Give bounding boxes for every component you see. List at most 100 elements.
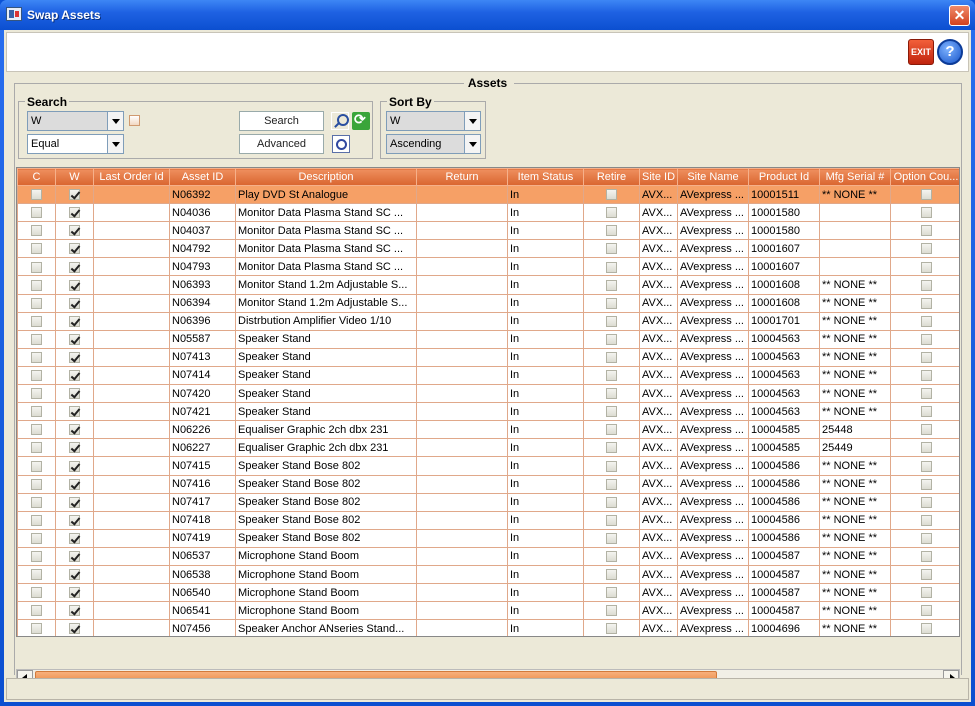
c-checkbox[interactable] [31, 370, 42, 382]
exit-button[interactable]: EXIT [908, 39, 934, 65]
search-operator-combo[interactable]: Equal [27, 134, 124, 154]
table-row[interactable]: N06226 Equaliser Graphic 2ch dbx 231 In AVX… [17, 420, 959, 440]
option-count-checkbox[interactable] [920, 478, 932, 490]
table-row[interactable]: N06540 Microphone Stand Boom In AVX... AVexp… [17, 583, 959, 603]
sort-order-combo[interactable]: Ascending [386, 134, 481, 154]
c-checkbox[interactable] [31, 315, 42, 327]
column-header-w[interactable]: W [55, 168, 94, 186]
w-checkbox[interactable] [69, 261, 80, 273]
w-checkbox[interactable] [69, 388, 80, 400]
w-checkbox[interactable] [69, 243, 80, 255]
option-count-checkbox[interactable] [920, 514, 932, 526]
c-checkbox[interactable] [31, 496, 42, 508]
table-row[interactable]: N06227 Equaliser Graphic 2ch dbx 231 In AVX… [17, 438, 959, 458]
c-checkbox[interactable] [31, 424, 42, 436]
table-row[interactable]: N07415 Speaker Stand Bose 802 In AVX... AVex… [17, 456, 959, 476]
help-button[interactable]: ? [937, 39, 963, 65]
retire-checkbox[interactable] [606, 460, 617, 472]
c-checkbox[interactable] [31, 388, 42, 400]
c-checkbox[interactable] [31, 605, 42, 617]
retire-checkbox[interactable] [606, 351, 617, 363]
option-count-checkbox[interactable] [920, 532, 932, 544]
retire-checkbox[interactable] [606, 189, 617, 201]
retire-checkbox[interactable] [606, 370, 617, 382]
w-checkbox[interactable] [69, 442, 80, 454]
table-row[interactable]: N06541 Microphone Stand Boom In AVX... AVexp… [17, 601, 959, 621]
retire-checkbox[interactable] [606, 514, 617, 526]
table-row[interactable]: N06537 Microphone Stand Boom In AVX... AVexp… [17, 546, 959, 566]
option-count-checkbox[interactable] [920, 406, 932, 418]
c-checkbox[interactable] [31, 406, 42, 418]
close-button[interactable]: ✕ [949, 5, 970, 26]
option-count-checkbox[interactable] [920, 424, 932, 436]
column-header-option-count[interactable]: Option Cou... [890, 168, 959, 186]
w-checkbox[interactable] [69, 424, 80, 436]
option-count-checkbox[interactable] [920, 442, 932, 454]
w-checkbox[interactable] [69, 333, 80, 345]
option-count-checkbox[interactable] [920, 279, 932, 291]
table-row[interactable]: N07417 Speaker Stand Bose 802 In AVX... AVex… [17, 492, 959, 512]
column-header-product-id[interactable]: Product Id [748, 168, 820, 186]
w-checkbox[interactable] [69, 225, 80, 237]
option-count-checkbox[interactable] [920, 207, 932, 219]
table-row[interactable]: N06396 Distrbution Amplifier Video 1/10 In… [17, 311, 959, 331]
c-checkbox[interactable] [31, 569, 42, 581]
option-count-checkbox[interactable] [920, 587, 932, 599]
table-row[interactable]: N06393 Monitor Stand 1.2m Adjustable S...… [17, 275, 959, 295]
retire-checkbox[interactable] [606, 333, 617, 345]
retire-checkbox[interactable] [606, 207, 617, 219]
retire-checkbox[interactable] [606, 424, 617, 436]
option-count-checkbox[interactable] [920, 261, 932, 273]
c-checkbox[interactable] [31, 514, 42, 526]
column-header-retire[interactable]: Retire [583, 168, 640, 186]
option-count-checkbox[interactable] [920, 551, 932, 563]
retire-checkbox[interactable] [606, 442, 617, 454]
retire-checkbox[interactable] [606, 297, 617, 309]
retire-checkbox[interactable] [606, 569, 617, 581]
chevron-down-icon[interactable] [107, 112, 123, 130]
table-row[interactable]: N06394 Monitor Stand 1.2m Adjustable S...… [17, 293, 959, 313]
w-checkbox[interactable] [69, 406, 80, 418]
table-row[interactable]: N04037 Monitor Data Plasma Stand SC ... In… [17, 221, 959, 241]
retire-checkbox[interactable] [606, 279, 617, 291]
w-checkbox[interactable] [69, 460, 80, 472]
table-row[interactable]: N07418 Speaker Stand Bose 802 In AVX... AVex… [17, 510, 959, 530]
column-header-last-order-id[interactable]: Last Order Id [93, 168, 170, 186]
option-count-checkbox[interactable] [920, 496, 932, 508]
option-count-checkbox[interactable] [920, 351, 932, 363]
option-count-checkbox[interactable] [920, 297, 932, 309]
retire-checkbox[interactable] [606, 478, 617, 490]
c-checkbox[interactable] [31, 442, 42, 454]
table-row[interactable]: N07456 Speaker Anchor ANseries Stand... In… [17, 619, 959, 636]
w-checkbox[interactable] [69, 532, 80, 544]
c-checkbox[interactable] [31, 189, 42, 201]
table-row[interactable]: N04793 Monitor Data Plasma Stand SC ... In… [17, 257, 959, 277]
retire-checkbox[interactable] [606, 243, 617, 255]
table-row[interactable]: N07421 Speaker Stand In AVX... AVexpress ...… [17, 402, 959, 422]
option-count-checkbox[interactable] [920, 605, 932, 617]
c-checkbox[interactable] [31, 279, 42, 291]
table-row[interactable]: N07416 Speaker Stand Bose 802 In AVX... AVex… [17, 474, 959, 494]
w-checkbox[interactable] [69, 514, 80, 526]
retire-checkbox[interactable] [606, 261, 617, 273]
table-row[interactable]: N07413 Speaker Stand In AVX... AVexpress ...… [17, 347, 959, 367]
c-checkbox[interactable] [31, 623, 42, 635]
title-bar[interactable]: Swap Assets ✕ [0, 0, 975, 30]
w-checkbox[interactable] [69, 189, 80, 201]
c-checkbox[interactable] [31, 333, 42, 345]
retire-checkbox[interactable] [606, 605, 617, 617]
chevron-down-icon[interactable] [107, 135, 123, 153]
w-checkbox[interactable] [69, 297, 80, 309]
option-count-checkbox[interactable] [920, 315, 932, 327]
c-checkbox[interactable] [31, 261, 42, 273]
c-checkbox[interactable] [31, 478, 42, 490]
advanced-search-icon[interactable] [332, 135, 350, 153]
retire-checkbox[interactable] [606, 587, 617, 599]
column-header-return[interactable]: Return [416, 168, 508, 186]
refresh-icon[interactable] [352, 111, 370, 130]
search-option-checkbox[interactable] [129, 115, 140, 126]
retire-checkbox[interactable] [606, 406, 617, 418]
option-count-checkbox[interactable] [920, 370, 932, 382]
table-row[interactable]: N06392 Play DVD St Analogue In AVX... AVexpr… [17, 184, 959, 205]
column-header-site-id[interactable]: Site ID [639, 168, 678, 186]
